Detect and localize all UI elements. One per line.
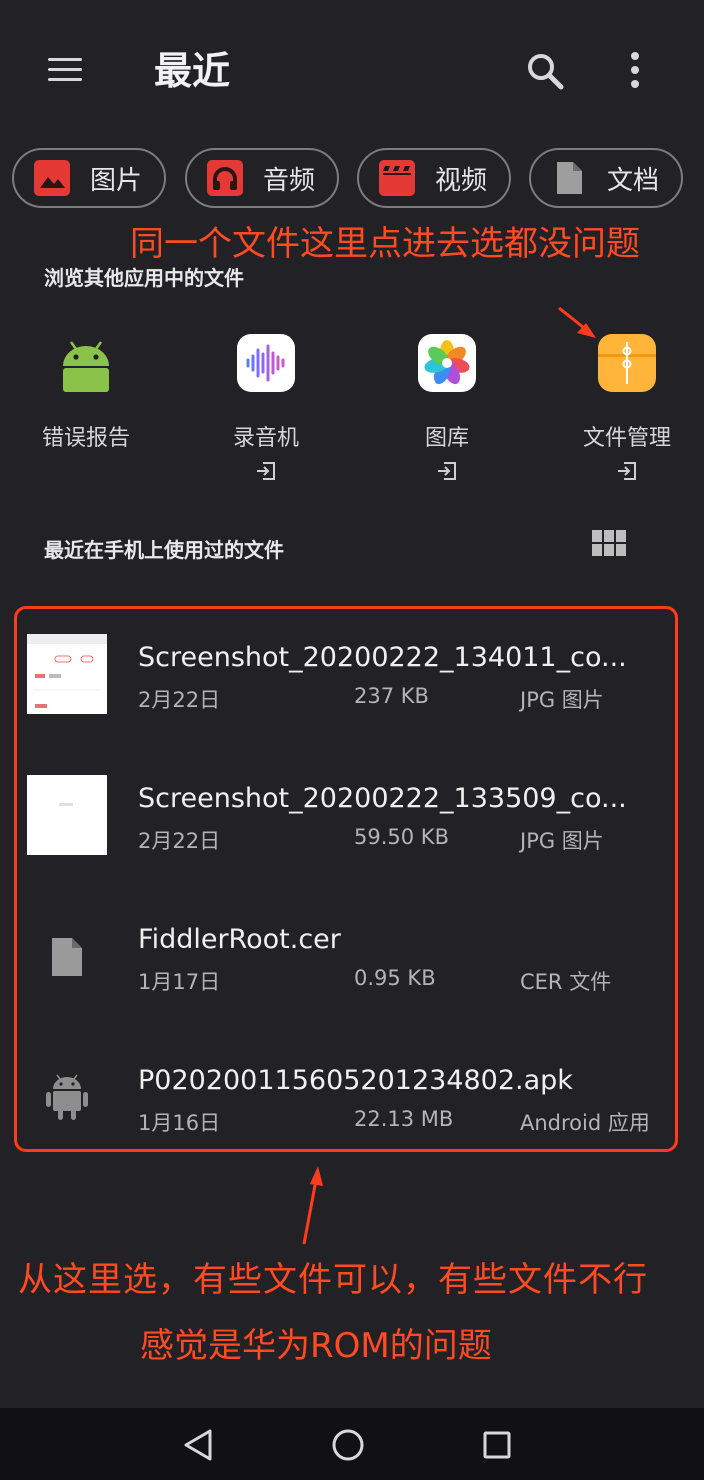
home-circle-icon[interactable] <box>331 1428 365 1462</box>
annotation-note-bottom-2: 感觉是华为ROM的问题 <box>140 1326 492 1366</box>
back-triangle-icon[interactable] <box>182 1428 216 1462</box>
system-navigation-bar <box>0 1408 704 1480</box>
annotation-note-bottom: 从这里选，有些文件可以，有些文件不行 <box>18 1260 648 1300</box>
recents-square-icon[interactable] <box>482 1430 512 1460</box>
